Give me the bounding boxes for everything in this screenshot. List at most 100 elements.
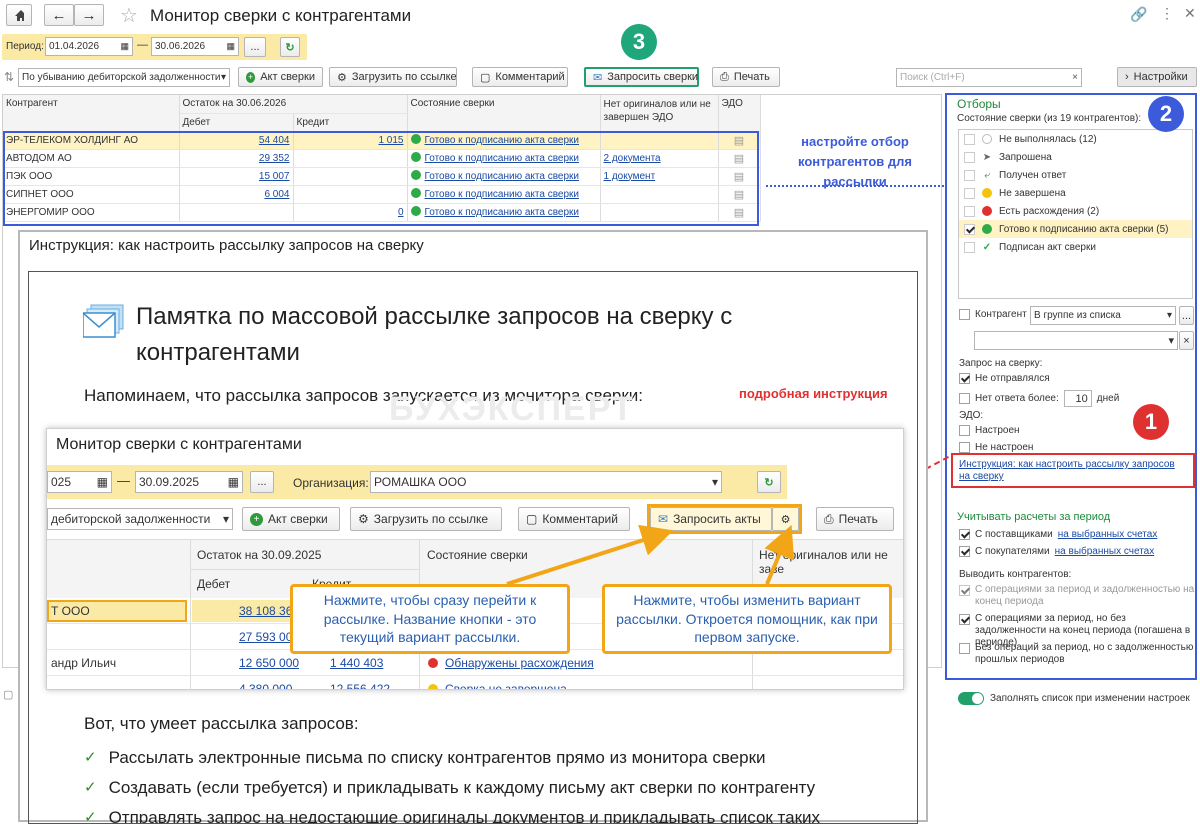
clear-icon[interactable]: × — [1072, 72, 1078, 83]
customers-accounts-link[interactable]: на выбранных счетах — [1055, 546, 1155, 557]
step-marker-2: 2 — [1148, 96, 1184, 132]
edo-not-set-checkbox[interactable] — [959, 442, 970, 453]
check-icon: ✓ — [84, 749, 97, 766]
favorite-star-icon[interactable]: ☆ — [120, 3, 138, 28]
embedded-screenshot: Монитор сверки с контрагентами 025 ▦ — 30… — [46, 428, 904, 690]
memo-envelope-icon — [82, 303, 125, 344]
state-checkbox[interactable] — [964, 133, 975, 145]
edo-not-set-label: Не настроен — [975, 442, 1034, 453]
link-icon[interactable]: 🔗 — [1130, 6, 1147, 23]
home-button[interactable] — [6, 4, 32, 26]
features-title: Вот, что умеет рассылка запросов: — [84, 714, 359, 733]
search-input[interactable]: Поиск (Ctrl+F) × — [896, 68, 1082, 87]
period-select-button[interactable]: ... — [244, 37, 266, 57]
filters-title: Отборы — [957, 97, 1001, 111]
refresh-button[interactable]: ↻ — [280, 37, 300, 57]
period-to-field[interactable]: 30.06.2026 ▦ — [151, 37, 239, 56]
state-checkbox[interactable] — [964, 169, 975, 181]
sort-select[interactable]: По убыванию дебиторской задолженности ▾ — [18, 68, 230, 87]
period-dash: — — [137, 39, 148, 51]
output-1-checkbox[interactable] — [959, 585, 970, 596]
not-sent-filter: Не отправлялся — [959, 373, 1050, 384]
suppliers-accounts-link[interactable]: на выбранных счетах — [1058, 529, 1158, 540]
state-label: Запрошена — [999, 151, 1052, 163]
close-icon[interactable]: ✕ — [1184, 5, 1196, 22]
output-3-checkbox[interactable] — [959, 643, 970, 654]
autofill-toggle[interactable] — [958, 692, 984, 705]
state-checkbox[interactable] — [964, 205, 975, 217]
no-answer-days-input[interactable]: 10 — [1063, 390, 1092, 407]
counterparty-mode-select[interactable]: В группе из списка ▾ — [1030, 306, 1176, 325]
home-icon — [15, 9, 24, 21]
col-credit[interactable]: Кредит — [293, 113, 408, 132]
detail-instruction-link[interactable]: подробная инструкция — [739, 386, 888, 401]
features-list: ✓ Рассылать электронные письма по списку … — [84, 748, 884, 823]
forward-button[interactable]: → — [74, 4, 104, 26]
callout-arrows — [506, 524, 795, 586]
output-option-1: С операциями за период и задолженностью … — [959, 584, 1195, 608]
comment-button[interactable]: ▢ Комментарий — [472, 67, 568, 87]
output-title: Выводить контрагентов: — [959, 569, 1072, 580]
check-icon: ✓ — [982, 241, 992, 253]
plus-icon: + — [246, 71, 256, 83]
state-filter-item[interactable]: Не выполнялась (12) — [959, 130, 1192, 148]
instruction-link[interactable]: Инструкция: как настроить рассылку запро… — [959, 459, 1175, 482]
settings-button[interactable]: › Настройки — [1117, 67, 1197, 87]
state-filter-item[interactable]: ✓ Подписан акт сверки — [959, 238, 1192, 256]
load-link-button[interactable]: ⚙ Загрузить по ссылке — [329, 67, 457, 87]
back-button[interactable]: ← — [44, 4, 74, 26]
customers-label: С покупателями — [975, 546, 1050, 557]
chevron-down-icon: ▾ — [1168, 335, 1174, 347]
state-checkbox[interactable] — [964, 241, 975, 253]
edo-set-checkbox[interactable] — [959, 425, 970, 436]
step-marker-3: 3 — [621, 24, 657, 60]
output-2-checkbox[interactable] — [959, 614, 970, 625]
status-comment-icon: ▢ — [3, 689, 14, 701]
edo-set-label: Настроен — [975, 425, 1020, 436]
chevron-right-icon: › — [1125, 71, 1129, 83]
col-balance[interactable]: Остаток на 30.06.2026 — [179, 95, 408, 114]
col-counterparty[interactable]: Контрагент — [3, 95, 180, 132]
counterparty-checkbox[interactable] — [959, 309, 970, 320]
counterparty-more-button[interactable]: ... — [1179, 306, 1194, 325]
calendar-icon[interactable]: ▦ — [120, 41, 129, 52]
state-filter-item[interactable]: Готово к подписанию акта сверки (5) — [959, 220, 1192, 238]
counterparty-value-select[interactable]: ▾ — [974, 331, 1178, 350]
state-checkbox[interactable] — [964, 223, 975, 235]
not-sent-checkbox[interactable] — [959, 373, 970, 384]
feature-text: Создавать (если требуется) и прикладыват… — [108, 778, 816, 797]
col-status[interactable]: Состояние сверки — [407, 95, 601, 132]
more-icon[interactable]: ⋮ — [1160, 5, 1174, 22]
table-annotation: настройте отбор контрагентов для рассылк… — [798, 134, 912, 189]
state-filter-item[interactable]: Не завершена — [959, 184, 1192, 202]
no-answer-checkbox[interactable] — [959, 393, 970, 404]
output-3-label: Без операций за период, но с задолженнос… — [975, 642, 1194, 665]
reply-icon: ⤶ — [984, 169, 990, 181]
state-filter-item[interactable]: Есть расхождения (2) — [959, 202, 1192, 220]
request-reconciliation-button[interactable]: ✉ Запросить сверки — [584, 67, 699, 87]
state-filter-item[interactable]: ⤶ Получен ответ — [959, 166, 1192, 184]
load-link-label: Загрузить по ссылке — [351, 71, 457, 83]
state-checkbox[interactable] — [964, 187, 975, 199]
edo-set-filter: Настроен — [959, 425, 1020, 436]
print-button[interactable]: ⎙ Печать — [712, 67, 780, 87]
period-from-value: 01.04.2026 — [49, 41, 100, 52]
state-checkbox[interactable] — [964, 151, 975, 163]
feature-text: Рассылать электронные письма по списку к… — [108, 748, 766, 767]
act-button[interactable]: + Акт сверки — [238, 67, 323, 87]
col-debit[interactable]: Дебет — [179, 113, 294, 132]
arrow-right-icon: → — [81, 6, 97, 24]
chevron-down-icon: ▾ — [1166, 310, 1172, 321]
col-edo[interactable]: ЭДО — [718, 95, 761, 132]
col-originals[interactable]: Нет оригиналов или не завершен ЭДО — [600, 95, 719, 132]
period-from-field[interactable]: 01.04.2026 ▦ — [45, 37, 133, 56]
state-filter-item[interactable]: ➤ Запрошена — [959, 148, 1192, 166]
suppliers-checkbox[interactable] — [959, 529, 970, 540]
sort-icon: ⇅ — [4, 70, 15, 84]
calendar-icon[interactable]: ▦ — [226, 41, 235, 52]
customers-filter: С покупателями на выбранных счетах — [959, 546, 1154, 557]
customers-checkbox[interactable] — [959, 546, 970, 557]
comment-icon: ▢ — [480, 71, 491, 84]
counterparty-filter: Контрагент — [959, 309, 1027, 320]
counterparty-clear-button[interactable]: × — [1179, 331, 1194, 350]
